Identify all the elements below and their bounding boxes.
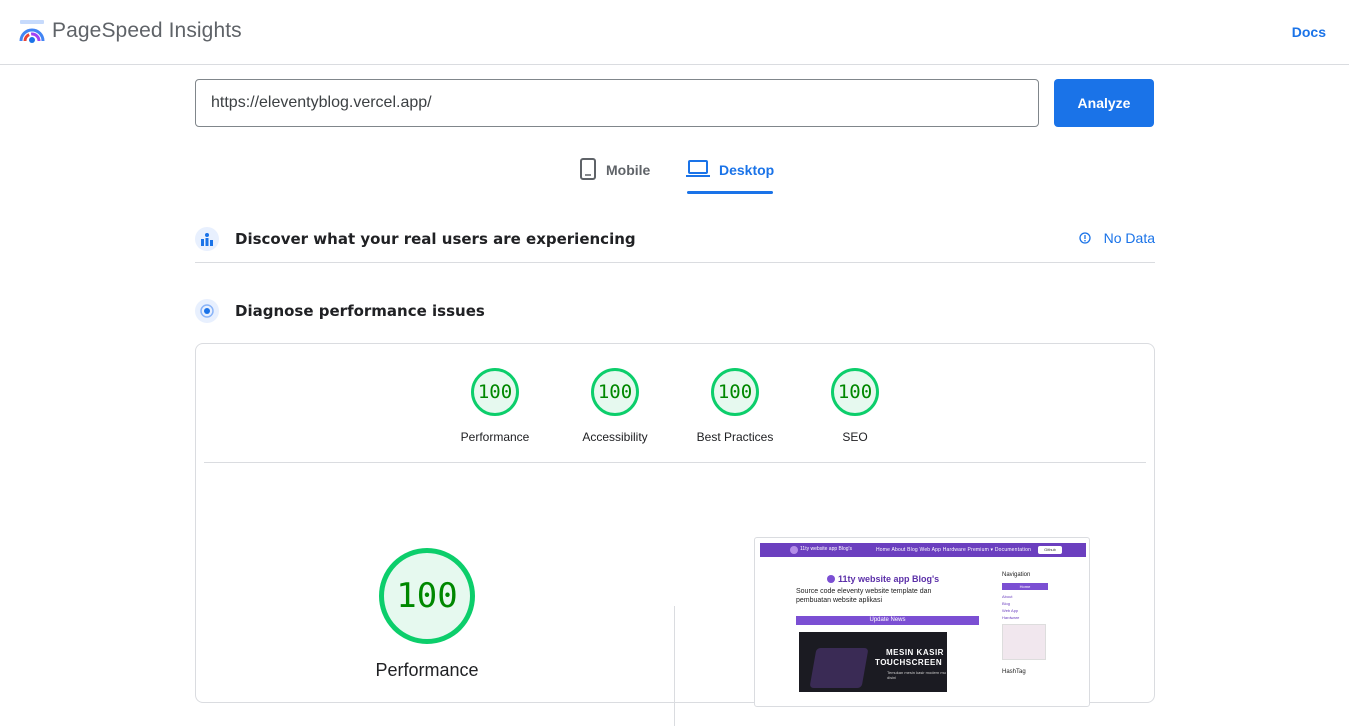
hero-line-2: TOUCHSCREEN bbox=[875, 658, 943, 667]
lighthouse-report-card: 100 Performance 100 Accessibility 100 Be… bbox=[195, 343, 1155, 726]
thumb-side-link: Blog bbox=[1002, 601, 1011, 606]
users-chart-icon bbox=[195, 227, 219, 251]
gauge-best-practices[interactable]: 100 Best Practices bbox=[680, 368, 790, 444]
main-performance-gauge: 100 bbox=[379, 548, 475, 644]
thumb-side-title: Navigation bbox=[1002, 572, 1031, 578]
thumb-hero-image: MESIN KASIR : TOUCHSCREEN Temukan mesin … bbox=[799, 632, 947, 692]
diagnose-title: Diagnose performance issues bbox=[235, 302, 485, 320]
thumb-menu: Home About Blog Web App Hardware Premium… bbox=[876, 547, 1032, 553]
thumb-description: Source code eleventy website template da… bbox=[796, 588, 932, 604]
pagespeed-logo-icon[interactable] bbox=[19, 19, 45, 45]
hero-line-3: Temukan mesin kasir modern mu disini bbox=[887, 670, 946, 680]
thumb-github-button: Github bbox=[1038, 546, 1062, 554]
vertical-divider bbox=[674, 606, 675, 726]
thumb-site-name: 11ty website app Blog's bbox=[800, 546, 853, 552]
thumb-side-link: Hardware bbox=[1002, 615, 1020, 620]
score-circle: 100 bbox=[591, 368, 639, 416]
main-performance-label: Performance bbox=[375, 660, 479, 680]
gauge-label: Best Practices bbox=[696, 430, 774, 444]
pos-device-shape bbox=[809, 648, 869, 688]
url-input[interactable] bbox=[195, 79, 1039, 127]
thumb-side-links: About Blog Web App Hardware bbox=[1002, 593, 1019, 621]
thumb-side-link: About bbox=[1002, 594, 1013, 599]
no-data-label: No Data bbox=[1103, 230, 1155, 246]
diagnose-section: Diagnose performance issues bbox=[195, 297, 1155, 325]
gauge-label: Performance bbox=[460, 430, 530, 444]
gauge-label: Accessibility bbox=[582, 430, 648, 444]
phone-icon bbox=[580, 158, 596, 180]
thumb-hashtag: HashTag bbox=[1002, 669, 1026, 675]
target-icon bbox=[195, 299, 219, 323]
analyze-button[interactable]: Analyze bbox=[1054, 79, 1154, 127]
score-circle: 100 bbox=[471, 368, 519, 416]
score-circle: 100 bbox=[831, 368, 879, 416]
site-logo-icon bbox=[790, 546, 798, 554]
thumb-title: 11ty website app Blog's bbox=[827, 574, 939, 584]
gauge-seo[interactable]: 100 SEO bbox=[800, 368, 910, 444]
gauge-accessibility[interactable]: 100 Accessibility bbox=[560, 368, 670, 444]
thumb-side-link: Web App bbox=[1002, 608, 1019, 613]
site-logo-icon bbox=[827, 575, 835, 583]
thumb-title-text: 11ty website app Blog's bbox=[838, 574, 940, 584]
active-tab-indicator bbox=[687, 191, 773, 194]
app-title[interactable]: PageSpeed Insights bbox=[52, 19, 242, 43]
info-icon bbox=[1078, 232, 1091, 244]
divider bbox=[204, 462, 1146, 463]
tab-mobile-label: Mobile bbox=[606, 162, 651, 178]
tab-desktop[interactable]: Desktop bbox=[686, 158, 774, 194]
laptop-icon bbox=[686, 160, 710, 177]
gauge-performance[interactable]: 100 Performance bbox=[440, 368, 550, 444]
docs-link[interactable]: Docs bbox=[1292, 24, 1326, 40]
crux-section: Discover what your real users are experi… bbox=[195, 218, 1155, 263]
no-data-status[interactable]: No Data bbox=[1078, 230, 1155, 246]
gauge-label: SEO bbox=[842, 430, 868, 444]
tab-mobile[interactable]: Mobile bbox=[579, 158, 650, 194]
crux-title: Discover what your real users are experi… bbox=[235, 230, 636, 248]
thumb-update-bar: Update News bbox=[796, 616, 979, 625]
thumb-side-image bbox=[1002, 624, 1046, 660]
thumb-side-home: Home bbox=[1002, 583, 1048, 590]
tab-desktop-label: Desktop bbox=[719, 162, 775, 178]
top-bar: PageSpeed Insights Docs bbox=[0, 0, 1349, 65]
thumb-navbar: 11ty website app Blog's Home About Blog … bbox=[760, 543, 1086, 557]
thumb-sidebar: Navigation Home About Blog Web App Hardw… bbox=[1002, 572, 1048, 675]
score-circle: 100 bbox=[711, 368, 759, 416]
category-gauges: 100 Performance 100 Accessibility 100 Be… bbox=[196, 368, 1154, 448]
